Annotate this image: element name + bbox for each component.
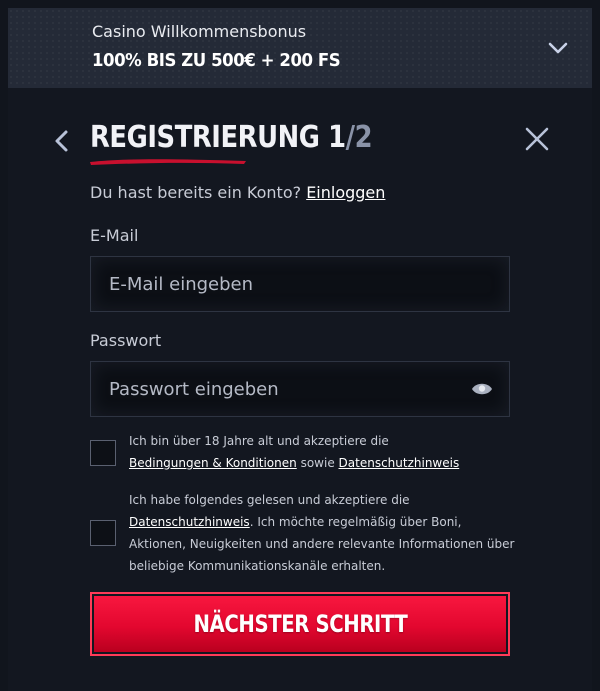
brush-underline-decoration <box>90 159 246 165</box>
bonus-subtitle: Casino Willkommensbonus <box>92 22 307 41</box>
bonus-title: 100% BIS ZU 500€ + 200 FS <box>92 50 341 71</box>
marketing-consent-text-1: Ich habe folgendes gelesen und akzeptier… <box>129 493 410 507</box>
age-terms-consent-text: Ich bin über 18 Jahre alt und akzeptiere… <box>129 430 519 474</box>
chevron-left-icon[interactable] <box>50 128 74 154</box>
eye-icon[interactable] <box>471 380 493 398</box>
terms-link[interactable]: Bedingungen & Konditionen <box>129 456 297 470</box>
marketing-consent-checkbox[interactable] <box>90 520 116 546</box>
age-consent-text-1: Ich bin über 18 Jahre alt und akzeptiere… <box>129 434 389 448</box>
email-input-wrapper <box>90 256 510 312</box>
next-step-button-label: NÄCHSTER SCHRITT <box>193 610 407 638</box>
password-input-wrapper <box>90 361 510 417</box>
registration-form-panel: REGISTRIERUNG 1/2 Du hast bereits ein Ko… <box>8 88 592 691</box>
registration-page: Casino Willkommensbonus 100% BIS ZU 500€… <box>0 0 600 691</box>
chevron-down-icon[interactable] <box>546 36 570 60</box>
login-prompt: Du hast bereits ein Konto? Einloggen <box>90 183 385 202</box>
login-prompt-text: Du hast bereits ein Konto? <box>90 183 302 202</box>
privacy-link-age[interactable]: Datenschutzhinweis <box>339 456 460 470</box>
title-step-separator: / <box>345 120 355 155</box>
login-link[interactable]: Einloggen <box>306 183 385 202</box>
close-icon[interactable] <box>524 126 550 152</box>
password-field[interactable] <box>91 362 509 416</box>
next-step-button-fill[interactable]: NÄCHSTER SCHRITT <box>94 596 506 652</box>
next-step-button[interactable]: NÄCHSTER SCHRITT <box>90 592 510 656</box>
age-terms-checkbox[interactable] <box>90 440 116 466</box>
welcome-bonus-bar[interactable]: Casino Willkommensbonus 100% BIS ZU 500€… <box>8 8 592 88</box>
title-step-total: 2 <box>354 120 373 155</box>
marketing-consent-text: Ich habe folgendes gelesen und akzeptier… <box>129 489 519 577</box>
title-text: REGISTRIERUNG 1 <box>90 120 346 155</box>
privacy-link-marketing[interactable]: Datenschutzhinweis <box>129 515 250 529</box>
page-title: REGISTRIERUNG 1/2 <box>90 120 373 155</box>
email-field[interactable] <box>91 257 509 311</box>
age-consent-text-2: sowie <box>300 456 335 470</box>
form-title: REGISTRIERUNG 1/2 <box>90 120 418 165</box>
password-label: Passwort <box>90 331 162 350</box>
email-label: E-Mail <box>90 226 139 245</box>
